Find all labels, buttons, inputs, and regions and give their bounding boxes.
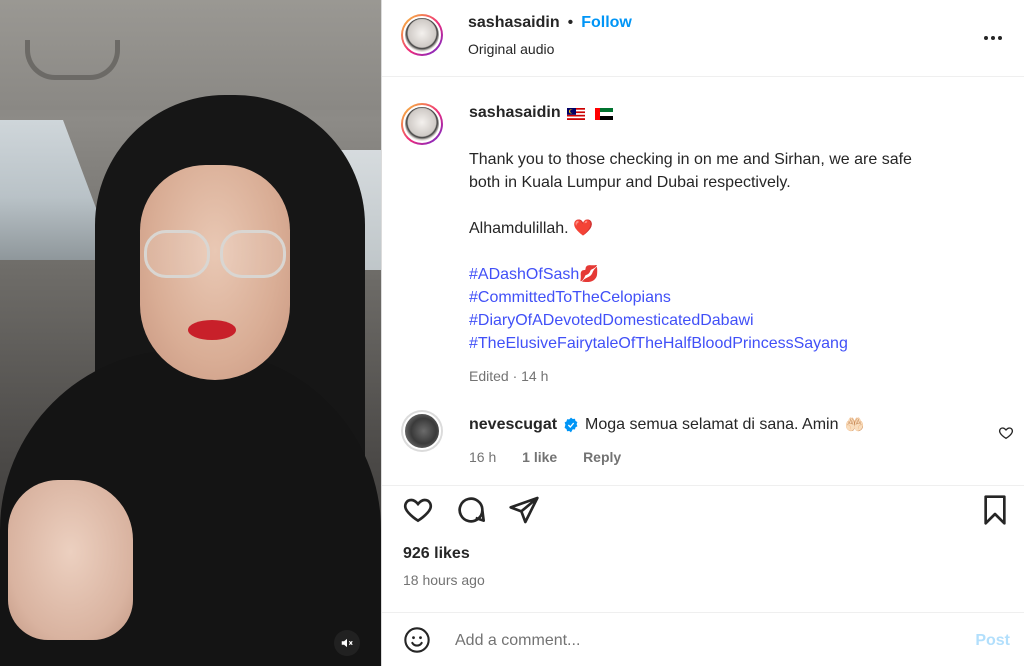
hashtag-link[interactable]: #CommittedToTheCelopians <box>469 286 989 309</box>
comment-bubble-icon <box>458 497 485 523</box>
bookmark-icon <box>984 495 1006 525</box>
person-lips <box>188 320 236 340</box>
likes-count[interactable]: 926 likes <box>403 545 470 563</box>
audio-label[interactable]: Original audio <box>468 41 554 57</box>
heart-outline-icon <box>998 427 1014 440</box>
video-player[interactable] <box>0 0 381 666</box>
malaysia-flag-icon <box>566 107 585 120</box>
car-window <box>0 120 105 260</box>
comment-time: 16 h <box>469 449 497 465</box>
car-grab-handle <box>25 40 120 80</box>
speaker-muted-icon <box>341 638 353 648</box>
reply-button[interactable]: Reply <box>583 449 621 465</box>
post-header: sashasaidin • Follow Original audio <box>382 0 1024 77</box>
verified-badge-icon <box>563 417 579 433</box>
caption-line-2: both in Kuala Lumpur and Dubai respectiv… <box>469 174 791 191</box>
share-button[interactable] <box>508 494 540 526</box>
more-icon <box>984 36 988 40</box>
caption-alhamdulillah: Alhamdulillah. <box>469 220 569 237</box>
praying-hands-emoji: 🤲🏻 <box>844 417 865 434</box>
smiley-icon <box>404 627 430 653</box>
caption-meta: Edited · 14 h <box>469 368 549 384</box>
save-button[interactable] <box>979 494 1011 526</box>
comment-text: Moga semua selamat di sana. Amin <box>585 416 839 433</box>
caption-username[interactable]: sashasaidin <box>469 104 561 122</box>
commenter-avatar[interactable] <box>401 410 443 452</box>
glasses <box>140 230 290 285</box>
comment-input[interactable] <box>455 630 935 652</box>
hashtag-link[interactable]: #ADashOfSash💋 <box>469 263 989 286</box>
uae-flag-icon <box>594 107 613 120</box>
post-time: 18 hours ago <box>403 572 485 588</box>
comment-likes-link[interactable]: 1 like <box>522 449 557 465</box>
like-button[interactable] <box>402 494 434 526</box>
kiss-emoji: 💋 <box>579 266 600 283</box>
comment-meta: 16 h 1 like Reply <box>469 449 643 465</box>
post-comment-button[interactable]: Post <box>975 632 1010 650</box>
add-comment-bar: Post <box>382 612 1024 666</box>
header-username[interactable]: sashasaidin <box>468 14 560 32</box>
emoji-picker-button[interactable] <box>403 626 431 659</box>
heart-icon <box>403 498 433 523</box>
comment-row: nevescugat Moga semua selamat di sana. A… <box>469 415 989 435</box>
caption-body: Thank you to those checking in on me and… <box>469 148 989 388</box>
author-avatar[interactable] <box>401 14 443 56</box>
hashtag-link[interactable]: #TheElusiveFairytaleOfTheHalfBloodPrince… <box>469 332 989 355</box>
separator-dot: • <box>567 14 574 31</box>
follow-button[interactable]: Follow <box>581 14 632 32</box>
post-panel: sashasaidin • Follow Original audio sash… <box>381 0 1024 666</box>
comment-username[interactable]: nevescugat <box>469 416 557 434</box>
hashtag-link[interactable]: #DiaryOfADevotedDomesticatedDabawi <box>469 309 989 332</box>
heart-emoji: ❤️ <box>573 220 593 237</box>
caption-line-1: Thank you to those checking in on me and… <box>469 151 912 168</box>
person-hands <box>8 480 133 640</box>
mute-button[interactable] <box>334 630 360 656</box>
comment-button[interactable] <box>455 494 487 526</box>
more-options-button[interactable] <box>981 28 1005 48</box>
post-actions <box>382 485 1024 535</box>
caption-line-3: Alhamdulillah. ❤️ <box>469 217 989 240</box>
caption-avatar[interactable] <box>401 103 443 145</box>
comment-like-button[interactable] <box>998 425 1014 446</box>
paper-plane-icon <box>509 496 539 524</box>
